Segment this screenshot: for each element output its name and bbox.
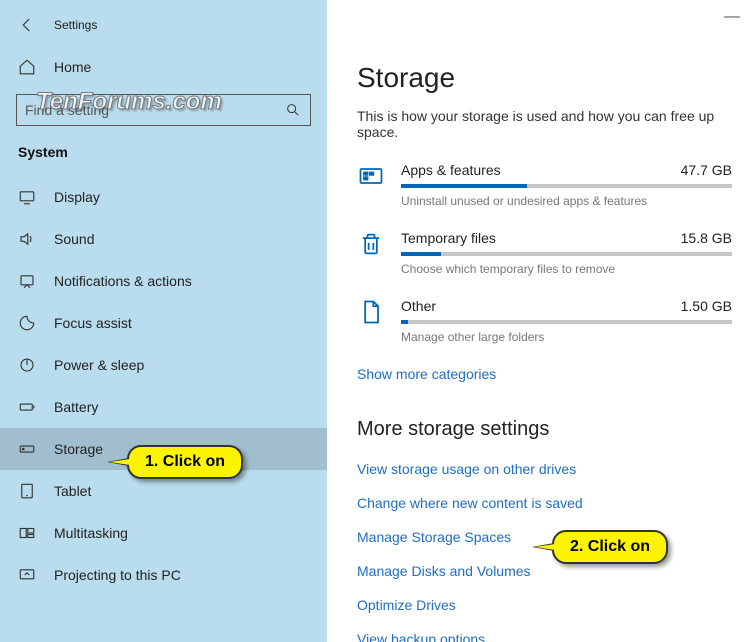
storage-item-size: 1.50 GB (681, 298, 732, 314)
callout-2: 2. Click on (552, 530, 668, 564)
storage-bar (401, 184, 732, 188)
search-input[interactable] (25, 102, 265, 118)
storage-item-size: 47.7 GB (681, 162, 732, 178)
callout-1: 1. Click on (127, 445, 243, 479)
display-icon (18, 188, 36, 206)
page-subtitle: This is how your storage is used and how… (357, 108, 732, 140)
sidebar-item-label: Storage (54, 441, 103, 457)
link-view-backup-options[interactable]: View backup options (357, 631, 732, 642)
sidebar-item-label: Projecting to this PC (54, 567, 181, 583)
multitasking-icon (18, 524, 36, 542)
storage-item-other[interactable]: Other 1.50 GB Manage other large folders (357, 298, 732, 344)
projecting-icon (18, 566, 36, 584)
sidebar-item-label: Battery (54, 399, 98, 415)
battery-icon (18, 398, 36, 416)
storage-item-name: Temporary files (401, 230, 496, 246)
storage-item-desc: Manage other large folders (401, 330, 732, 344)
sidebar-item-label: Power & sleep (54, 357, 144, 373)
sidebar: Settings Home System Display Sound Notif… (0, 0, 327, 642)
sidebar-item-label: Focus assist (54, 315, 132, 331)
sidebar-home[interactable]: Home (0, 48, 327, 86)
back-icon[interactable] (18, 16, 36, 34)
page-title: Storage (357, 62, 732, 94)
sidebar-item-focus-assist[interactable]: Focus assist (0, 302, 327, 344)
power-icon (18, 356, 36, 374)
callout-1-text: 1. Click on (145, 453, 225, 470)
search-icon (284, 101, 302, 119)
sidebar-item-label: Display (54, 189, 100, 205)
sidebar-item-notifications[interactable]: Notifications & actions (0, 260, 327, 302)
more-settings-title: More storage settings (357, 418, 732, 441)
storage-item-desc: Choose which temporary files to remove (401, 262, 732, 276)
link-change-save-location[interactable]: Change where new content is saved (357, 495, 732, 511)
sidebar-item-sound[interactable]: Sound (0, 218, 327, 260)
home-icon (18, 58, 36, 76)
window-title: Settings (54, 18, 97, 32)
sound-icon (18, 230, 36, 248)
notifications-icon (18, 272, 36, 290)
sidebar-item-label: Tablet (54, 483, 91, 499)
sidebar-item-display[interactable]: Display (0, 176, 327, 218)
link-optimize-drives[interactable]: Optimize Drives (357, 597, 732, 613)
link-view-storage-usage[interactable]: View storage usage on other drives (357, 461, 732, 477)
storage-bar (401, 320, 732, 324)
link-manage-disks-volumes[interactable]: Manage Disks and Volumes (357, 563, 732, 579)
focus-assist-icon (18, 314, 36, 332)
sidebar-item-battery[interactable]: Battery (0, 386, 327, 428)
minimize-icon[interactable]: — (724, 8, 740, 26)
storage-item-desc: Uninstall unused or undesired apps & fea… (401, 194, 732, 208)
trash-icon (357, 230, 385, 258)
tablet-icon (18, 482, 36, 500)
sidebar-item-label: Notifications & actions (54, 273, 192, 289)
storage-icon (18, 440, 36, 458)
sidebar-item-multitasking[interactable]: Multitasking (0, 512, 327, 554)
sidebar-item-label: Sound (54, 231, 94, 247)
storage-item-name: Other (401, 298, 436, 314)
sidebar-item-label: Multitasking (54, 525, 128, 541)
storage-item-name: Apps & features (401, 162, 501, 178)
storage-bar (401, 252, 732, 256)
other-icon (357, 298, 385, 326)
storage-item-temp[interactable]: Temporary files 15.8 GB Choose which temp… (357, 230, 732, 276)
sidebar-item-power-sleep[interactable]: Power & sleep (0, 344, 327, 386)
sidebar-item-projecting[interactable]: Projecting to this PC (0, 554, 327, 596)
storage-item-size: 15.8 GB (681, 230, 732, 246)
category-label: System (0, 126, 327, 176)
apps-icon (357, 162, 385, 190)
show-more-link[interactable]: Show more categories (357, 366, 732, 382)
home-label: Home (54, 59, 91, 75)
search-input-container[interactable] (16, 94, 311, 126)
storage-item-apps[interactable]: Apps & features 47.7 GB Uninstall unused … (357, 162, 732, 208)
callout-2-text: 2. Click on (570, 538, 650, 555)
